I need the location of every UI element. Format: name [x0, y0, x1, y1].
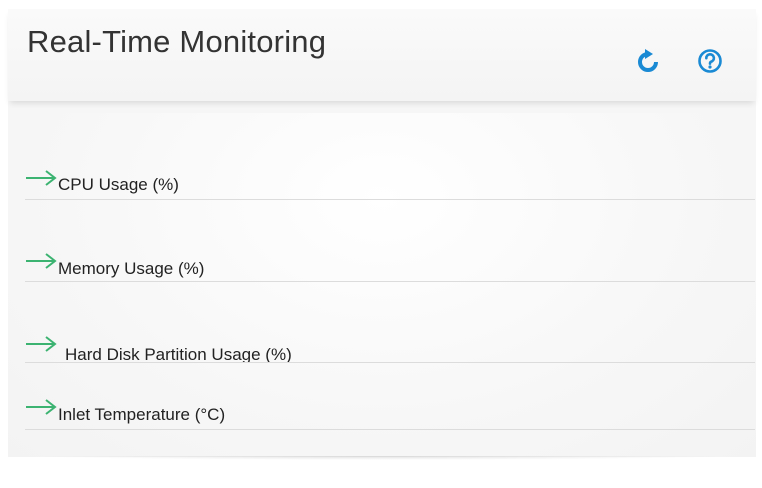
list-item-label: Inlet Temperature (°C): [58, 405, 226, 424]
panel-bottom-shadow: [35, 456, 725, 460]
help-icon[interactable]: [697, 48, 723, 74]
realtime-monitoring-panel: Real-Time Monitoring CPU Usage (%) Memor…: [8, 9, 756, 457]
arrow-right-icon: [25, 335, 59, 355]
list-item-label: CPU Usage (%): [58, 175, 179, 194]
list-item-label: Hard Disk Partition Usage (%): [65, 345, 292, 362]
arrow-right-icon: [25, 252, 59, 272]
list-item-memory-usage[interactable]: Memory Usage (%): [25, 241, 755, 282]
list-item-label: Memory Usage (%): [58, 259, 205, 278]
page-title: Real-Time Monitoring: [27, 24, 327, 59]
arrow-right-icon: [25, 398, 59, 418]
list-item-hard-disk-usage[interactable]: Hard Disk Partition Usage (%): [25, 322, 755, 363]
arrow-right-icon: [25, 169, 59, 189]
panel-header: Real-Time Monitoring: [8, 9, 756, 101]
refresh-icon[interactable]: [635, 48, 661, 74]
list-item-inlet-temperature[interactable]: Inlet Temperature (°C): [25, 389, 755, 430]
list-item-cpu-usage[interactable]: CPU Usage (%): [25, 159, 755, 200]
